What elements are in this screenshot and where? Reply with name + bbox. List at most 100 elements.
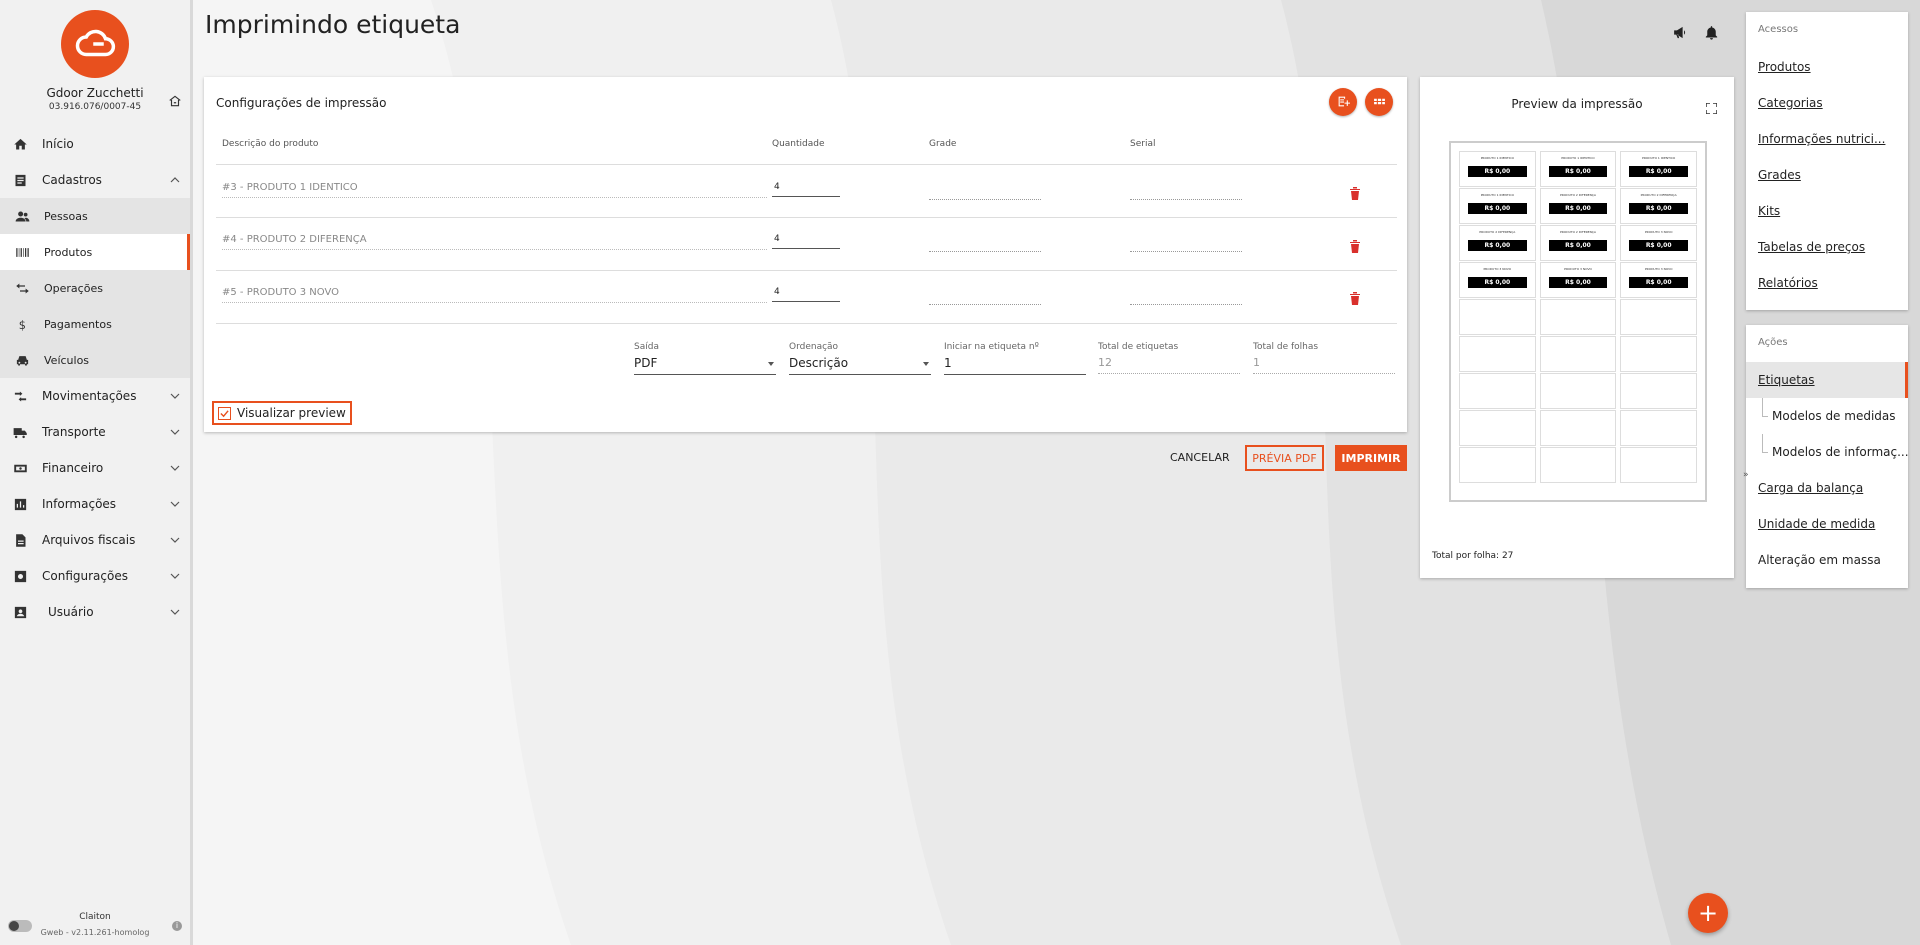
chevron-down-icon <box>170 465 180 471</box>
total-folhas-field: Total de folhas 1 <box>1253 342 1395 374</box>
megaphone-icon[interactable] <box>1672 24 1689 46</box>
label-preview-name: PRODUTO 2 DIFERENÇA <box>1560 193 1596 197</box>
quantity-input[interactable]: 4 <box>772 234 840 249</box>
total-etiquetas-label: Total de etiquetas <box>1098 342 1179 352</box>
collapse-panel-icon[interactable]: » <box>1743 470 1749 480</box>
label-empty-slot <box>1459 336 1536 372</box>
header-serial: Serial <box>1130 139 1156 149</box>
bell-icon[interactable] <box>1703 24 1720 46</box>
link-informacoes-nutricionais[interactable]: Informações nutrici... <box>1746 121 1908 157</box>
delete-row-button[interactable] <box>1349 238 1361 253</box>
cadastros-submenu: Pessoas Produtos Operações $ Pagamentos … <box>0 198 190 378</box>
label-empty-slot <box>1620 410 1697 446</box>
label-empty-slot <box>1539 373 1617 409</box>
movements-icon <box>12 388 28 404</box>
grade-input[interactable] <box>929 250 1041 252</box>
chevron-down-icon <box>170 537 180 543</box>
nav-pessoas[interactable]: Pessoas <box>0 198 190 234</box>
link-kits[interactable]: Kits <box>1746 193 1908 229</box>
preview-title: Preview da impressão <box>1511 97 1643 111</box>
iniciar-input[interactable]: Iniciar na etiqueta nº 1 <box>944 342 1086 375</box>
serial-input[interactable] <box>1130 198 1242 200</box>
link-unidade-medida[interactable]: Unidade de medida <box>1746 506 1908 542</box>
nav-informacoes-label: Informações <box>42 497 117 511</box>
fab-add-button[interactable]: + <box>1688 893 1728 933</box>
product-field[interactable]: #4 - PRODUTO 2 DIFERENÇA <box>222 234 767 250</box>
label-preview: PRODUTO 3 NOVO R$ 0,00 <box>1539 262 1617 298</box>
info-icon[interactable]: i <box>172 921 182 931</box>
serial-input[interactable] <box>1130 250 1242 252</box>
quantity-input[interactable]: 4 <box>772 182 840 197</box>
acoes-panel: Ações Etiquetas Modelos de medidas Model… <box>1746 325 1908 588</box>
nav-veiculos[interactable]: Veículos <box>0 342 190 378</box>
link-produtos[interactable]: Produtos <box>1746 49 1908 85</box>
add-doc-icon <box>1337 93 1350 112</box>
delete-row-button[interactable] <box>1349 185 1361 200</box>
label-preview: PRODUTO 2 DIFERENÇA R$ 0,00 <box>1539 225 1617 261</box>
label-empty-slot <box>1539 410 1617 446</box>
delete-row-button[interactable] <box>1349 290 1361 305</box>
print-button[interactable]: IMPRIMIR <box>1335 445 1407 471</box>
label-empty-slot <box>1539 336 1617 372</box>
link-etiquetas[interactable]: Etiquetas <box>1746 362 1908 398</box>
sidebar-nav: Início Cadastros Pessoas Produtos Operaç… <box>0 126 190 630</box>
cancel-button[interactable]: CANCELAR <box>1170 451 1230 464</box>
checkbox-checked-icon <box>218 406 231 420</box>
switch-company-icon[interactable] <box>168 93 182 107</box>
gdoor-logo <box>61 10 129 78</box>
link-modelos-informacoes[interactable]: Modelos de informaç... <box>1746 434 1908 470</box>
nav-financeiro[interactable]: Financeiro <box>0 450 190 486</box>
fullscreen-icon[interactable] <box>1705 99 1718 115</box>
grade-input[interactable] <box>929 303 1041 305</box>
nav-cadastros[interactable]: Cadastros <box>0 162 190 198</box>
link-grades[interactable]: Grades <box>1746 157 1908 193</box>
dollar-icon: $ <box>14 316 30 332</box>
link-carga-balanca[interactable]: Carga da balança <box>1746 470 1908 506</box>
label-preview: PRODUTO 3 NOVO R$ 0,00 <box>1459 262 1536 298</box>
label-preview: PRODUTO 2 DIFERENÇA R$ 0,00 <box>1539 188 1617 224</box>
nav-arquivos-fiscais[interactable]: Arquivos fiscais <box>0 522 190 558</box>
nav-produtos[interactable]: Produtos <box>0 234 190 270</box>
add-product-button[interactable] <box>1329 88 1357 116</box>
visualizar-preview-checkbox[interactable]: Visualizar preview <box>212 401 352 425</box>
link-modelos-medidas[interactable]: Modelos de medidas <box>1746 398 1908 434</box>
nav-pessoas-label: Pessoas <box>44 209 88 223</box>
car-icon <box>14 352 30 368</box>
iniciar-label: Iniciar na etiqueta nº <box>944 342 1039 352</box>
label-model-button[interactable] <box>1365 88 1393 116</box>
label-preview-name: PRODUTO 1 IDENTICO <box>1561 156 1595 160</box>
label-preview-price: R$ 0,00 <box>1548 277 1608 288</box>
grade-input[interactable] <box>929 198 1041 200</box>
link-tabelas-precos[interactable]: Tabelas de preços <box>1746 229 1908 265</box>
serial-input[interactable] <box>1130 303 1242 305</box>
acessos-list: Produtos Categorias Informações nutrici.… <box>1746 49 1908 301</box>
nav-arquivos-fiscais-label: Arquivos fiscais <box>42 533 136 547</box>
nav-usuario[interactable]: Usuário <box>0 594 190 630</box>
dropdown-arrow-icon <box>923 362 929 366</box>
label-preview: PRODUTO 2 DIFERENÇA R$ 0,00 <box>1620 188 1697 224</box>
total-etiquetas-field: Total de etiquetas 12 <box>1098 342 1240 374</box>
product-field[interactable]: #5 - PRODUTO 3 NOVO <box>222 287 767 303</box>
link-alteracao-massa[interactable]: Alteração em massa <box>1746 542 1908 578</box>
quantity-input[interactable]: 4 <box>772 287 840 302</box>
config-title: Configurações de impressão <box>216 96 387 110</box>
product-field[interactable]: #3 - PRODUTO 1 IDENTICO <box>222 182 767 198</box>
saida-select[interactable]: Saída PDF <box>634 342 776 375</box>
link-categorias[interactable]: Categorias <box>1746 85 1908 121</box>
chart-icon <box>12 496 28 512</box>
link-relatorios[interactable]: Relatórios <box>1746 265 1908 301</box>
company-name: Gdoor Zucchetti <box>46 86 144 100</box>
footer-version: Gweb - v2.11.261-homolog <box>40 928 150 937</box>
ordenacao-select[interactable]: Ordenação Descrição <box>789 342 931 375</box>
nav-transporte[interactable]: Transporte <box>0 414 190 450</box>
nav-configuracoes[interactable]: Configurações <box>0 558 190 594</box>
nav-informacoes[interactable]: Informações <box>0 486 190 522</box>
grid-icon <box>1373 93 1386 112</box>
previa-pdf-button[interactable]: PRÉVIA PDF <box>1245 445 1324 471</box>
label-preview-name: PRODUTO 3 NOVO <box>1483 267 1512 271</box>
nav-operacoes[interactable]: Operações <box>0 270 190 306</box>
chevron-down-icon <box>170 609 180 615</box>
nav-inicio[interactable]: Início <box>0 126 190 162</box>
nav-movimentacoes[interactable]: Movimentações <box>0 378 190 414</box>
nav-pagamentos[interactable]: $ Pagamentos <box>0 306 190 342</box>
